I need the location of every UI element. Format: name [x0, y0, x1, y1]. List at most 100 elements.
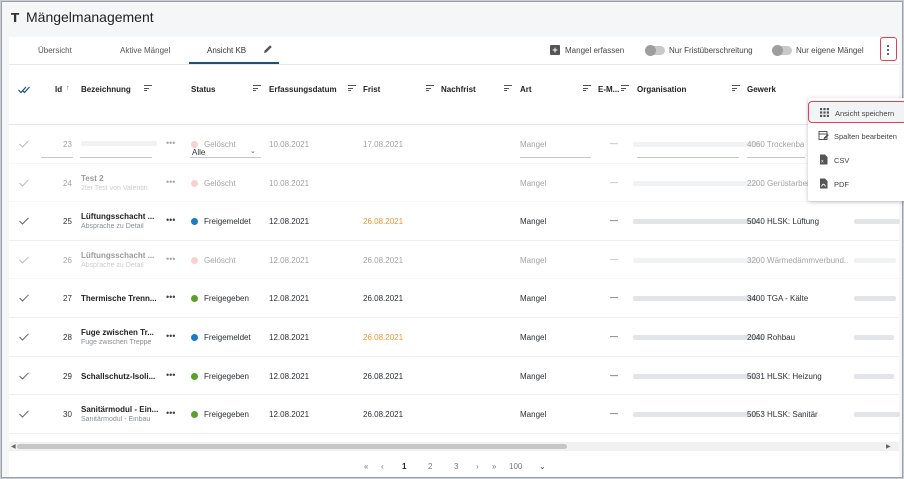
check-icon[interactable] — [19, 179, 29, 187]
redacted-text — [81, 141, 157, 146]
row-status: Freigegeben — [204, 371, 249, 381]
check-icon[interactable] — [19, 294, 29, 303]
filter-icon[interactable] — [621, 85, 629, 92]
tab-uebersicht[interactable]: Übersicht — [38, 46, 72, 55]
menu-label: Spalten bearbeiten — [834, 132, 897, 141]
row-actions-button[interactable]: ••• — [166, 408, 175, 418]
row-art: Mangel — [520, 371, 547, 381]
filter-icon[interactable] — [144, 85, 152, 92]
row-gewerk: 5031 HLSK: Heizung — [747, 371, 822, 381]
row-id: 26 — [63, 255, 72, 265]
filter-icon[interactable] — [348, 85, 356, 92]
row-actions-button[interactable]: ••• — [166, 370, 175, 380]
table-row[interactable]: 23 ••• Gelöscht 10.08.2021 17.08.2021 Mangel —… — [9, 125, 899, 164]
row-erfassung: 12.08.2021 — [269, 371, 310, 381]
check-icon[interactable] — [19, 256, 29, 264]
row-erfassung: 10.08.2021 — [269, 178, 310, 188]
menu-item-save-view[interactable]: Ansicht speichern — [808, 101, 904, 123]
pencil-icon[interactable] — [262, 43, 274, 55]
plus-icon[interactable]: + — [550, 45, 560, 55]
menu-item-edit-columns[interactable]: Spalten bearbeiten — [808, 125, 904, 147]
row-id: 24 — [63, 178, 72, 188]
pagination: « ‹ 1 2 3 › » 100 ⌄ — [9, 457, 899, 477]
filter-icon[interactable] — [426, 85, 434, 92]
tab-ansicht-kb[interactable]: Ansicht KB — [207, 46, 246, 55]
col-gewerk-header[interactable]: Gewerk — [747, 85, 776, 94]
horizontal-scrollbar[interactable]: ◀ ▶ — [9, 442, 899, 451]
table-row[interactable]: 29 Schallschutz-Isoli... ••• Freigegeben 12.… — [9, 357, 899, 396]
table-row[interactable]: 28 Fuge zwischen Tr... Fuge zwischen Trepp… — [9, 318, 899, 357]
first-page-button[interactable]: « — [364, 462, 368, 471]
row-art: Mangel — [520, 410, 547, 420]
check-icon[interactable] — [19, 410, 29, 418]
main-panel: Übersicht Aktive Mängel Ansicht KB + Man… — [9, 37, 904, 477]
row-gewerk: 4060 Trockenba — [747, 140, 805, 149]
last-page-button[interactable]: » — [492, 462, 496, 471]
own-only-toggle[interactable] — [772, 45, 792, 56]
filter-icon[interactable] — [253, 85, 261, 92]
sort-asc-icon[interactable]: ↑ — [66, 85, 70, 92]
check-icon[interactable] — [19, 217, 29, 225]
table-row[interactable]: 30 Sanitärmodul - Ein... Sanitärmodul - Ei… — [9, 395, 900, 434]
add-defect-button[interactable]: Mangel erfassen — [565, 46, 624, 55]
row-erfassung: 12.08.2021 — [269, 333, 310, 342]
next-page-button[interactable]: › — [476, 462, 479, 471]
table-row[interactable]: 24 Test 2 2ter Test von Valentin ••• Gelösch… — [9, 164, 899, 203]
page-1-button[interactable]: 1 — [402, 462, 406, 471]
check-icon[interactable] — [19, 333, 29, 341]
grid-icon — [820, 108, 829, 117]
col-art-header[interactable]: Art — [520, 85, 532, 94]
table-row[interactable]: 27 Thermische Trenn... ••• Freigegeben 12.08… — [9, 279, 899, 318]
chevron-down-icon[interactable]: ⌄ — [539, 462, 546, 471]
check-icon[interactable] — [19, 140, 29, 148]
col-frist-header[interactable]: Frist — [363, 85, 380, 94]
row-actions-button[interactable]: ••• — [166, 254, 175, 264]
row-title: Fuge zwischen Tr... — [81, 328, 154, 337]
more-options-button[interactable] — [880, 37, 897, 61]
row-frist: 26.08.2021 — [363, 217, 404, 227]
col-nachfrist-header[interactable]: Nachfrist — [441, 85, 476, 94]
row-actions-button[interactable]: ••• — [166, 215, 175, 225]
table-row[interactable]: 25 Lüftungsschacht ... Absprache zu Detail… — [9, 202, 900, 241]
page-title: Mängelmanagement — [26, 9, 154, 25]
prev-page-button[interactable]: ‹ — [381, 462, 384, 471]
col-organisation-header[interactable]: Organisation — [637, 85, 686, 94]
check-icon[interactable] — [19, 372, 29, 380]
row-actions-button[interactable]: ••• — [166, 292, 175, 302]
row-subtitle: Absprache zu Detail — [81, 261, 144, 269]
table-row[interactable]: 26 Lüftungsschacht ... Absprache zu Detail… — [9, 241, 899, 280]
row-id: 25 — [63, 217, 72, 227]
tab-aktive-maengel[interactable]: Aktive Mängel — [120, 46, 170, 55]
redacted-extra-column — [854, 257, 896, 263]
row-actions-button[interactable]: ••• — [166, 138, 175, 148]
scrollbar-thumb[interactable] — [17, 444, 567, 449]
row-id: 27 — [63, 294, 72, 304]
col-status-header[interactable]: Status — [191, 85, 215, 94]
scroll-left-icon[interactable]: ◀ — [11, 443, 16, 450]
col-erfassung-header[interactable]: Erfassungsdatum — [269, 85, 337, 94]
row-email: — — [610, 139, 618, 148]
menu-item-pdf[interactable]: PDF — [808, 173, 904, 195]
row-id: 30 — [63, 410, 72, 420]
overdue-only-label: Nur Fristüberschreitung — [669, 46, 753, 55]
pdf-file-icon — [820, 178, 828, 189]
col-email-header[interactable]: E-M... — [598, 85, 619, 94]
scroll-right-icon[interactable]: ▶ — [886, 443, 891, 450]
svg-text:x: x — [821, 160, 824, 165]
col-bezeichnung-header[interactable]: Bezeichnung — [81, 85, 131, 94]
filter-icon[interactable] — [732, 85, 740, 92]
row-title: Lüftungsschacht ... — [81, 212, 155, 222]
col-id-header[interactable]: Id — [55, 85, 62, 94]
page-3-button[interactable]: 3 — [454, 462, 458, 471]
page-2-button[interactable]: 2 — [428, 462, 432, 471]
double-check-icon[interactable] — [18, 86, 32, 94]
page-size-select[interactable]: 100 — [509, 462, 522, 471]
filter-icon[interactable] — [504, 85, 512, 92]
overdue-only-toggle[interactable] — [645, 45, 665, 56]
row-actions-button[interactable]: ••• — [166, 177, 175, 187]
filter-icon[interactable] — [583, 85, 591, 92]
status-dot — [191, 334, 198, 341]
row-gewerk: 3400 TGA - Kälte — [747, 294, 809, 304]
menu-item-csv[interactable]: x CSV — [808, 149, 904, 171]
row-actions-button[interactable]: ••• — [166, 331, 175, 341]
